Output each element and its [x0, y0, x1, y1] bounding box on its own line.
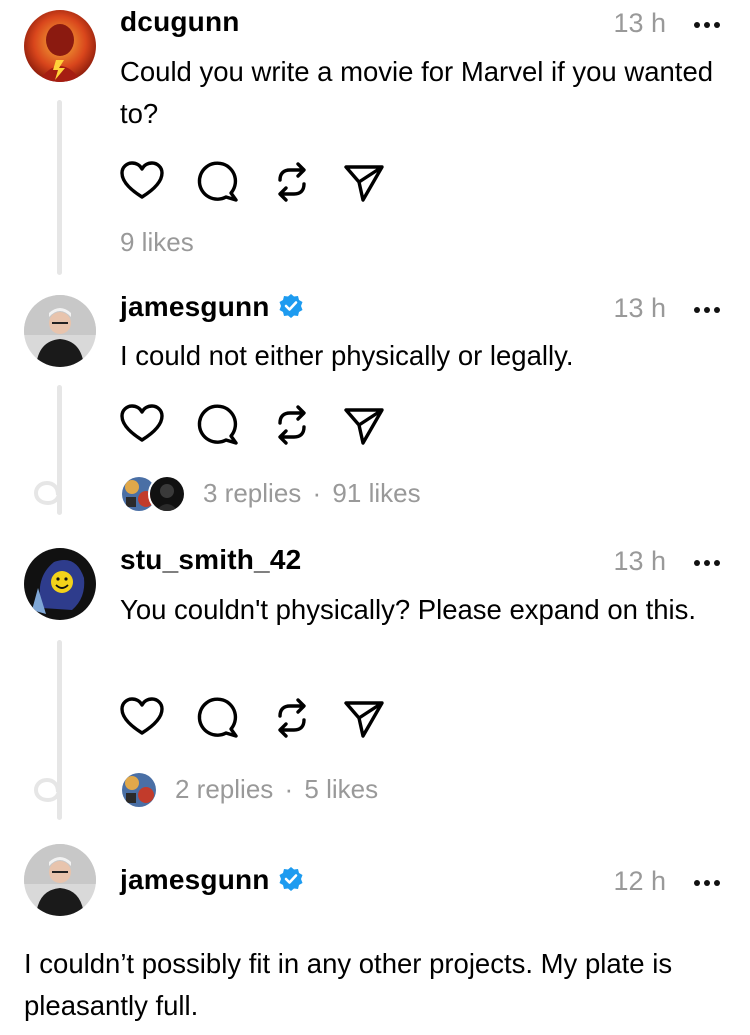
thread-curl-icon	[33, 475, 61, 506]
post-jamesgunn-main: jamesgunn 12 h I couldn’t possibly fit i…	[0, 830, 750, 1035]
reply-avatar	[120, 771, 158, 809]
replies-count[interactable]: 3 replies	[203, 478, 301, 508]
stats-separator: ·	[284, 774, 294, 804]
username[interactable]: jamesgunn	[120, 864, 304, 896]
heart-icon[interactable]	[120, 696, 164, 740]
username[interactable]: jamesgunn	[120, 291, 304, 323]
avatar-jamesgunn[interactable]	[24, 295, 96, 367]
repost-icon[interactable]	[270, 403, 314, 447]
verified-badge-icon	[279, 867, 303, 891]
timestamp: 13 h	[613, 546, 666, 576]
send-icon[interactable]	[342, 403, 386, 447]
likes-count[interactable]: 9 likes	[120, 227, 194, 258]
heart-icon[interactable]	[120, 160, 164, 204]
likes-count[interactable]: 5 likes	[304, 774, 378, 804]
post-text: I couldn’t possibly fit in any other pro…	[24, 948, 673, 1021]
more-icon[interactable]	[694, 305, 720, 315]
thread-line	[57, 100, 62, 275]
repost-icon[interactable]	[270, 696, 314, 740]
thread-curl-icon	[33, 772, 61, 803]
reply-stats[interactable]: 3 replies · 91 likes	[203, 478, 421, 509]
replies-count[interactable]: 2 replies	[175, 774, 273, 804]
avatar-dcugunn[interactable]	[24, 10, 96, 82]
post-dcugunn: dcugunn 13 h Could you write a movie for…	[0, 0, 750, 285]
action-bar	[120, 696, 390, 742]
post-text: Could you write a movie for Marvel if yo…	[120, 56, 714, 129]
post-text: You couldn't physically? Please expand o…	[120, 594, 697, 625]
action-bar	[120, 160, 390, 206]
username-text[interactable]: jamesgunn	[120, 291, 270, 322]
more-icon[interactable]	[694, 558, 720, 568]
post-stu-smith-42: stu_smith_42 13 h You couldn't physicall…	[0, 540, 750, 830]
post-jamesgunn: jamesgunn 13 h I could not either physic…	[0, 285, 750, 540]
avatar-jamesgunn[interactable]	[24, 844, 96, 916]
heart-icon[interactable]	[120, 403, 164, 447]
username-text[interactable]: stu_smith_42	[120, 544, 301, 575]
timestamp: 12 h	[613, 866, 666, 896]
post-text: I could not either physically or legally…	[120, 340, 574, 371]
comment-icon[interactable]	[196, 403, 240, 447]
verified-badge-icon	[279, 294, 303, 318]
more-icon[interactable]	[694, 20, 720, 30]
more-icon[interactable]	[694, 878, 720, 888]
username[interactable]: stu_smith_42	[120, 544, 301, 576]
repost-icon[interactable]	[270, 160, 314, 204]
likes-count[interactable]: 91 likes	[332, 478, 420, 508]
timestamp: 13 h	[613, 293, 666, 323]
timestamp: 13 h	[613, 8, 666, 38]
comment-icon[interactable]	[196, 696, 240, 740]
send-icon[interactable]	[342, 160, 386, 204]
stats-separator: ·	[312, 478, 322, 508]
username[interactable]: dcugunn	[120, 6, 240, 38]
reply-stats[interactable]: 2 replies · 5 likes	[175, 774, 378, 805]
reply-avatar	[148, 475, 186, 513]
username-text[interactable]: dcugunn	[120, 6, 240, 37]
username-text[interactable]: jamesgunn	[120, 864, 270, 895]
comment-icon[interactable]	[196, 160, 240, 204]
send-icon[interactable]	[342, 696, 386, 740]
avatar-stu-smith-42[interactable]	[24, 548, 96, 620]
action-bar	[120, 403, 390, 449]
